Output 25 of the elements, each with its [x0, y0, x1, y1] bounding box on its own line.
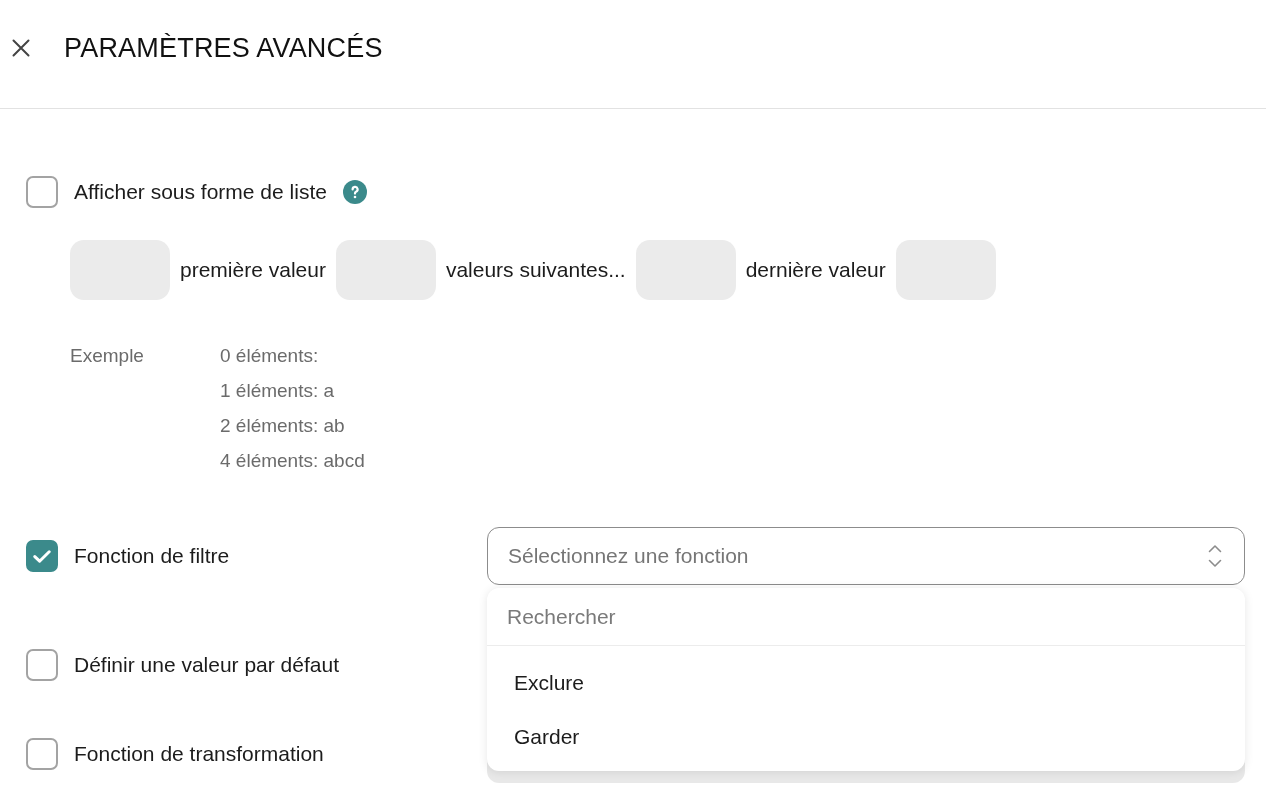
format-label: dernière valeur	[745, 257, 886, 284]
example-label: Exemple	[70, 344, 145, 368]
option-label: Afficher sous forme de liste	[74, 179, 327, 206]
search-field[interactable]: Rechercher	[487, 588, 1245, 645]
example-line: 4 éléments: abcd	[220, 449, 365, 473]
checkbox[interactable]	[26, 649, 58, 681]
dropdown-option[interactable]: Exclure	[487, 656, 1245, 710]
check-icon	[33, 549, 51, 563]
checkbox[interactable]	[26, 738, 58, 770]
select-field[interactable]: Sélectionnez une fonction	[487, 527, 1245, 585]
example-line: 2 éléments: ab	[220, 414, 346, 438]
dialog-title: PARAMÈTRES AVANCÉS	[64, 31, 383, 65]
checkbox[interactable]	[26, 540, 58, 572]
close-icon	[12, 39, 30, 57]
option-label: Définir une valeur par défaut	[74, 652, 339, 679]
help-icon[interactable]	[342, 180, 367, 204]
option-label: Fonction de filtre	[74, 543, 230, 570]
option-label: Fonction de transformation	[74, 741, 324, 768]
format-label: valeurs suivantes...	[445, 257, 626, 284]
dropdown-option[interactable]: Garder	[487, 710, 1245, 764]
format-label: première valeur	[180, 257, 326, 284]
example-line: 1 éléments: a	[220, 379, 336, 403]
example-line: 0 éléments:	[220, 344, 320, 368]
checkbox[interactable]	[26, 176, 58, 208]
up-down-chevron-icon	[1208, 544, 1222, 568]
